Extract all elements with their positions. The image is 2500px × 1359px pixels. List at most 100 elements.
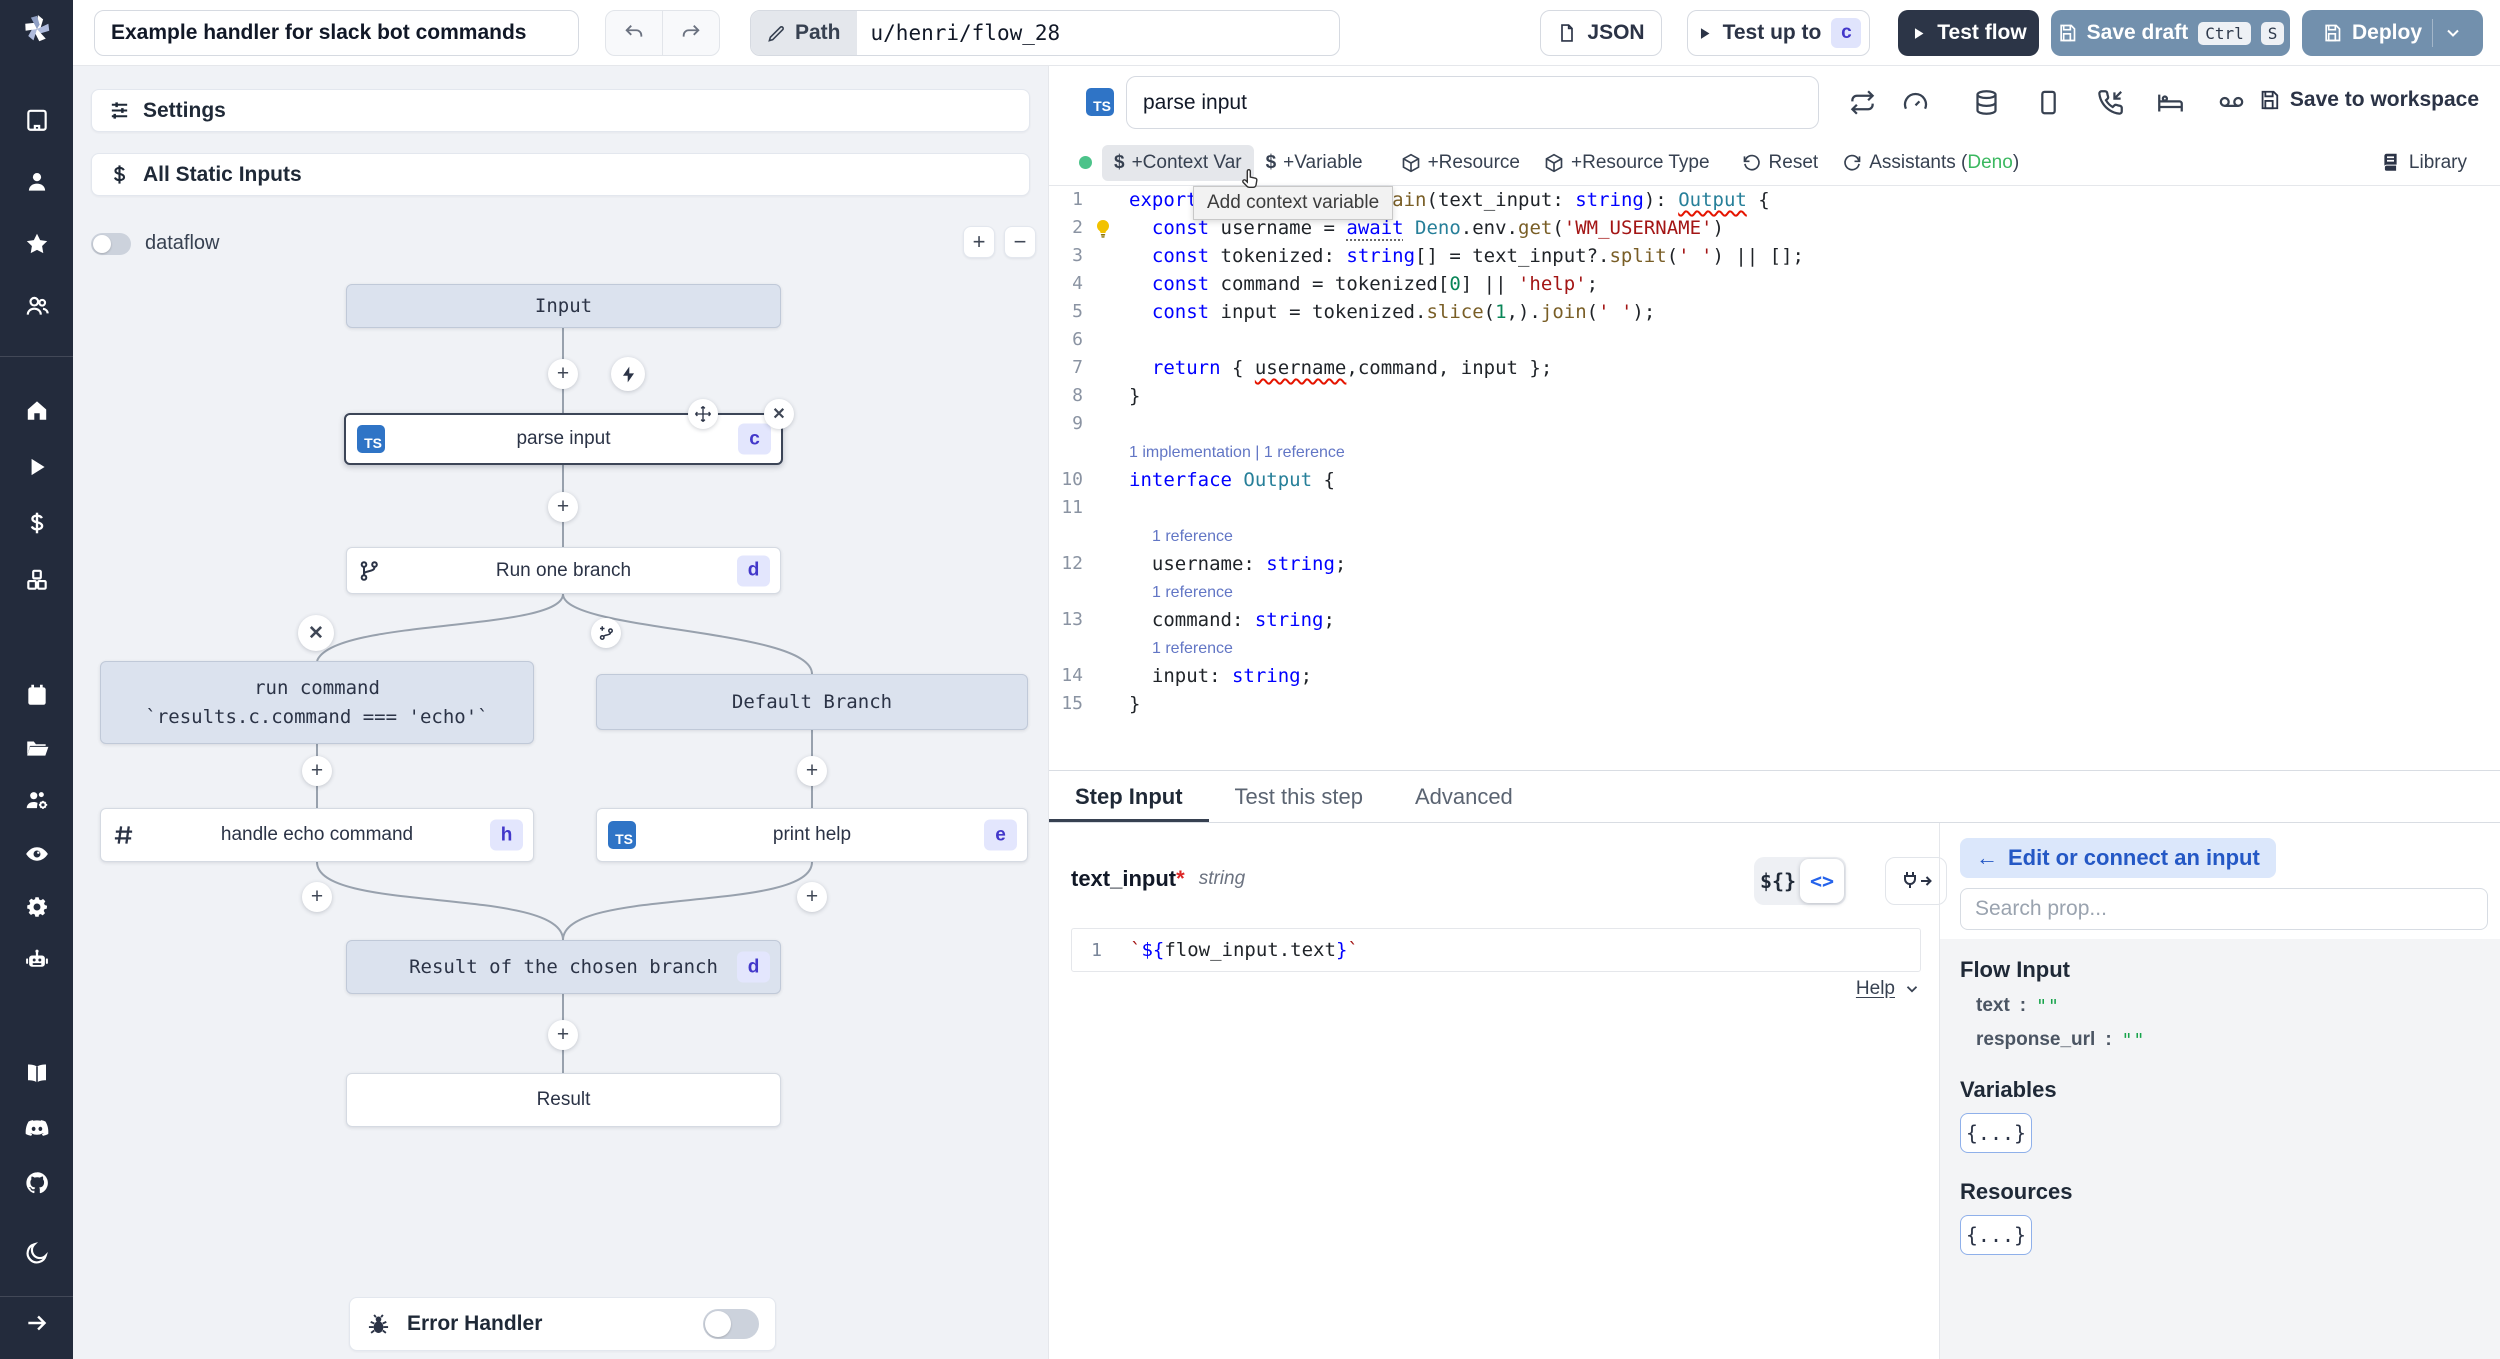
sync-repeat-icon[interactable]	[1849, 89, 1876, 116]
error-handler-label: Error Handler	[407, 1312, 543, 1335]
add-step-button[interactable]: +	[797, 756, 827, 786]
step-name-input[interactable]: parse input	[1126, 76, 1819, 129]
node-flow-result[interactable]: Result	[346, 1073, 781, 1127]
edit-or-connect-button[interactable]: ← Edit or connect an input	[1960, 838, 2276, 878]
node-print-help[interactable]: TS print help e	[596, 808, 1028, 862]
test-up-to-label: Test up to	[1722, 21, 1822, 44]
undo-button[interactable]	[606, 11, 663, 55]
error-handler-toggle[interactable]	[703, 1309, 759, 1339]
node-parse-input[interactable]: TS parse input c ✕	[344, 399, 794, 465]
node-label: Input	[534, 295, 593, 317]
path-chip[interactable]: Path	[751, 11, 857, 55]
field-row-text-input: text_input * string ${} <>	[1071, 857, 1947, 905]
add-step-button[interactable]: +	[302, 756, 332, 786]
add-step-button[interactable]: +	[548, 1020, 578, 1050]
node-branch-result[interactable]: Result of the chosen branch d	[346, 940, 781, 994]
reset-button[interactable]: Reset	[1730, 145, 1831, 181]
resources-boxes-icon[interactable]	[24, 567, 50, 593]
zoom-in-button[interactable]: +	[963, 226, 995, 258]
expression-input[interactable]: 1 `${flow_input.text}`	[1071, 928, 1921, 972]
gauge-icon[interactable]	[1902, 89, 1929, 116]
groups-icon[interactable]	[24, 293, 50, 319]
add-resource-type-button[interactable]: +Resource Type	[1532, 145, 1722, 181]
chevron-down-icon	[2447, 29, 2459, 37]
code-editor[interactable]: 1export async function main(text_input: …	[1049, 186, 2449, 718]
library-button[interactable]: Library	[2368, 145, 2479, 181]
save-draft-button[interactable]: Save draft Ctrl S	[2051, 10, 2290, 56]
settings-gear-icon[interactable]	[24, 894, 50, 920]
workers-users-gear-icon[interactable]	[24, 787, 50, 813]
github-icon[interactable]	[23, 1170, 50, 1197]
delete-node-button[interactable]: ✕	[764, 399, 794, 429]
add-step-button[interactable]: +	[302, 882, 332, 912]
branch-summary: run command	[254, 676, 380, 699]
assistants-button[interactable]: Assistants (Deno)	[1830, 145, 2031, 181]
all-static-inputs-button[interactable]: All Static Inputs	[91, 153, 1030, 196]
smartphone-icon[interactable]	[2035, 89, 2062, 116]
path-input[interactable]: u/henri/flow_28	[857, 21, 1075, 45]
lsp-status-dot	[1079, 156, 1092, 169]
runs-play-icon[interactable]	[24, 454, 50, 480]
prop-response-url[interactable]: response_url: ""	[1976, 1029, 2500, 1051]
prop-text[interactable]: text: ""	[1976, 995, 2500, 1017]
move-node-button[interactable]	[688, 399, 718, 429]
windmill-logo-icon[interactable]	[16, 8, 58, 50]
trigger-lightning-button[interactable]	[611, 357, 645, 391]
schedules-calendar-icon[interactable]	[24, 682, 50, 708]
flow-settings-button[interactable]: Settings	[91, 89, 1030, 132]
bed-icon[interactable]	[2157, 89, 2184, 116]
expand-rail-arrow-icon[interactable]	[24, 1310, 50, 1336]
variables-dollar-icon[interactable]	[24, 510, 50, 536]
database-icon[interactable]	[1973, 89, 2000, 116]
redo-button[interactable]	[663, 11, 720, 55]
home-icon[interactable]	[24, 397, 50, 423]
node-handle-echo-command[interactable]: handle echo command h	[100, 808, 534, 862]
dataflow-toggle[interactable]	[91, 233, 131, 255]
node-default-branch[interactable]: Default Branch	[596, 674, 1028, 730]
test-up-to-button[interactable]: Test up to c	[1687, 10, 1870, 56]
json-button[interactable]: JSON	[1540, 10, 1662, 56]
add-step-button[interactable]: +	[548, 492, 578, 522]
phone-incoming-icon[interactable]	[2097, 89, 2124, 116]
connect-input-button[interactable]	[1885, 857, 1947, 905]
node-flow-input[interactable]: Input	[346, 284, 781, 328]
discord-icon[interactable]	[23, 1115, 50, 1142]
search-prop-input[interactable]: Search prop...	[1960, 888, 2488, 930]
arrow-left-icon: ←	[1976, 845, 1998, 870]
add-context-var-button[interactable]: $ +Context Var	[1102, 144, 1254, 181]
deploy-button[interactable]: Deploy	[2302, 10, 2483, 56]
tab-test-this-step[interactable]: Test this step	[1209, 771, 1389, 822]
test-flow-button[interactable]: Test flow	[1898, 10, 2039, 56]
add-branch-button[interactable]	[591, 618, 621, 648]
resources-expand-button[interactable]: {...}	[1960, 1215, 2032, 1255]
favorites-star-icon[interactable]	[24, 231, 50, 257]
node-run-command-branch[interactable]: run command `results.c.command === 'echo…	[100, 661, 534, 744]
template-mode-button[interactable]: ${}	[1756, 859, 1800, 903]
step-id-badge: d	[737, 555, 770, 586]
remove-branch-button[interactable]: ✕	[298, 615, 334, 651]
quickfix-lightbulb-icon[interactable]	[1091, 217, 1117, 243]
ai-robot-icon[interactable]	[23, 947, 50, 974]
add-resource-button[interactable]: +Resource	[1389, 145, 1532, 181]
chevron-down-icon[interactable]	[1903, 980, 1921, 998]
folders-icon[interactable]	[24, 735, 50, 761]
help-link[interactable]: Help	[1856, 978, 1895, 1000]
add-step-button[interactable]: +	[548, 359, 578, 389]
docs-book-icon[interactable]	[23, 1061, 50, 1088]
dark-mode-moon-icon[interactable]	[24, 1240, 50, 1266]
tab-step-input[interactable]: Step Input	[1049, 771, 1209, 822]
user-icon[interactable]	[24, 169, 50, 195]
tab-advanced[interactable]: Advanced	[1389, 771, 1539, 822]
node-run-one-branch[interactable]: Run one branch d	[346, 547, 781, 594]
zoom-out-button[interactable]: −	[1004, 226, 1036, 258]
workspace-icon[interactable]	[24, 107, 50, 133]
save-to-workspace-button[interactable]: Save to workspace	[2258, 88, 2479, 112]
add-step-button[interactable]: +	[797, 882, 827, 912]
add-variable-button[interactable]: $ +Variable	[1254, 145, 1375, 181]
variables-expand-button[interactable]: {...}	[1960, 1113, 2032, 1153]
voicemail-icon[interactable]	[2218, 89, 2245, 116]
code-mode-button[interactable]: <>	[1800, 859, 1844, 903]
add-resource-label: +Resource	[1427, 151, 1520, 173]
audit-eye-icon[interactable]	[24, 841, 50, 867]
flow-title-input[interactable]: Example handler for slack bot commands	[94, 10, 579, 56]
